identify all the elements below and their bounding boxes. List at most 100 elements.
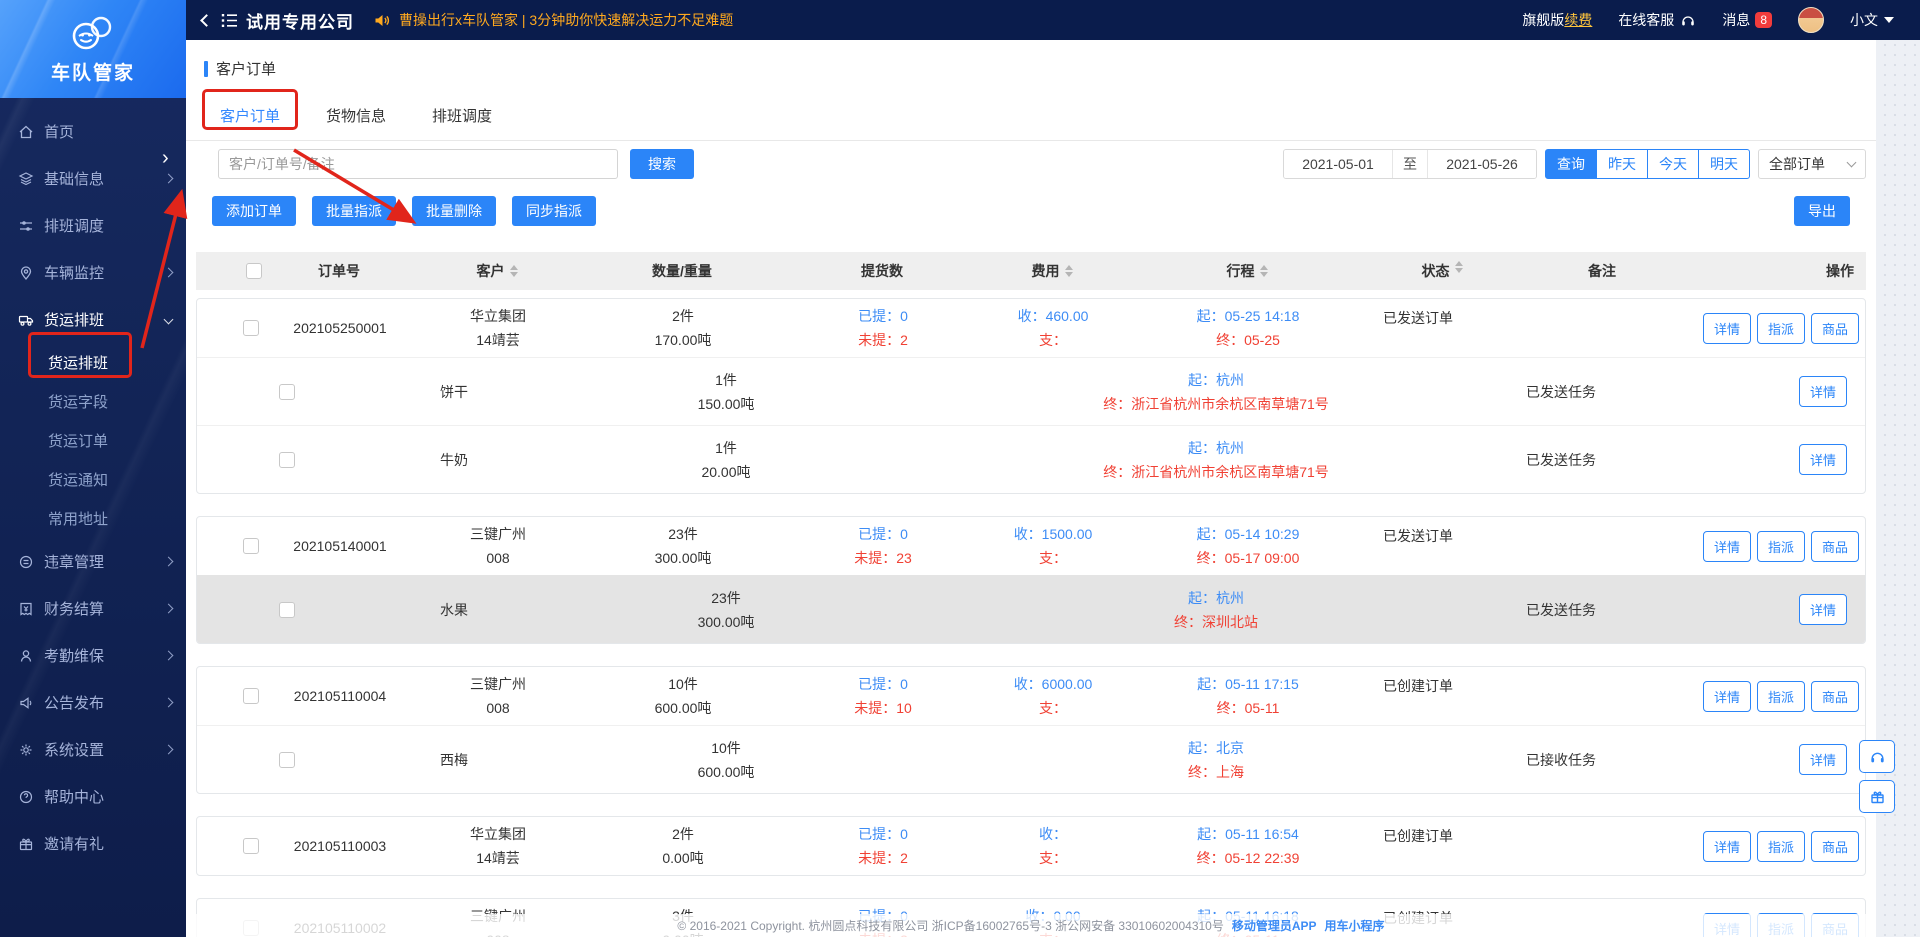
chevron-right-icon xyxy=(163,744,174,755)
assign-button[interactable]: 指派 xyxy=(1757,312,1806,344)
admin-app-link[interactable]: 移动管理员APP xyxy=(1232,917,1317,934)
sidebar-subitem-common-address[interactable]: 常用地址 xyxy=(0,499,186,538)
goods-checkbox[interactable] xyxy=(279,601,295,618)
col-qty-weight: 数量/重量 xyxy=(652,263,712,279)
chevron-right-icon xyxy=(163,603,174,614)
sort-icon[interactable] xyxy=(1454,261,1463,273)
sidebar-subitem-freight-scheduling[interactable]: 货运排班 xyxy=(0,343,186,382)
action-row: 添加订单 批量指派 批量删除 同步指派 导出 xyxy=(186,196,1876,226)
goods-button[interactable]: 商品 xyxy=(1811,530,1860,562)
assign-button[interactable]: 指派 xyxy=(1757,530,1806,562)
task-status: 已发送任务 xyxy=(1526,383,1596,400)
menu-list-icon[interactable] xyxy=(221,13,238,28)
detail-button[interactable]: 详情 xyxy=(1798,594,1847,625)
tab-shift-scheduling[interactable]: 排班调度 xyxy=(432,105,492,140)
renew-link[interactable]: 续费 xyxy=(1564,10,1592,30)
pickup-cell: 已提：0 未提：10 xyxy=(854,676,912,716)
detail-button[interactable]: 详情 xyxy=(1703,312,1752,344)
breadcrumb: 客户订单 xyxy=(186,40,1876,79)
customer-service-float-button[interactable] xyxy=(1859,740,1895,773)
sidebar-item-basic-info[interactable]: 基础信息 xyxy=(0,155,186,202)
sidebar-item-scheduling[interactable]: 排班调度 xyxy=(0,202,186,249)
gift-icon xyxy=(1870,791,1884,803)
tab-cargo-info[interactable]: 货物信息 xyxy=(326,105,386,140)
assign-button[interactable]: 指派 xyxy=(1757,680,1806,712)
sidebar-item-invite[interactable]: 邀请有礼 xyxy=(0,820,186,867)
sort-icon[interactable] xyxy=(509,265,518,277)
sidebar-subitem-freight-orders[interactable]: 货运订单 xyxy=(0,421,186,460)
add-order-button[interactable]: 添加订单 xyxy=(212,196,296,226)
sidebar-item-announcement[interactable]: 公告发布 xyxy=(0,679,186,726)
row-checkbox[interactable] xyxy=(243,538,259,554)
col-pickup-count: 提货数 xyxy=(861,263,903,279)
user-menu[interactable]: 小文 xyxy=(1850,10,1894,30)
username: 小文 xyxy=(1850,12,1878,28)
sidebar-item-freight-scheduling[interactable]: 货运排班 xyxy=(0,296,186,343)
sidebar-item-finance[interactable]: 财务结算 xyxy=(0,585,186,632)
goods-checkbox[interactable] xyxy=(279,751,295,768)
chevron-right-icon xyxy=(163,267,174,278)
tab-bar: 客户订单 货物信息 排班调度 xyxy=(186,105,1876,141)
assign-button[interactable]: 指派 xyxy=(1757,830,1806,862)
detail-button[interactable]: 详情 xyxy=(1798,744,1847,775)
sort-icon[interactable] xyxy=(1064,265,1073,277)
caret-down-icon xyxy=(1884,17,1894,23)
tab-customer-orders[interactable]: 客户订单 xyxy=(220,105,280,140)
messages[interactable]: 消息 8 xyxy=(1722,10,1772,30)
order-no: 202105110003 xyxy=(293,838,387,854)
sidebar-item-settings[interactable]: 系统设置 xyxy=(0,726,186,773)
home-icon xyxy=(19,125,33,138)
goods-button[interactable]: 商品 xyxy=(1811,680,1860,712)
batch-delete-button[interactable]: 批量删除 xyxy=(412,196,496,226)
detail-button[interactable]: 详情 xyxy=(1798,376,1847,407)
pickup-cell: 已提：0 未提：2 xyxy=(858,308,908,348)
fleet-logo-icon xyxy=(72,16,112,49)
sidebar-subitem-freight-fields[interactable]: 货运字段 xyxy=(0,382,186,421)
detail-button[interactable]: 详情 xyxy=(1703,530,1752,562)
avatar[interactable] xyxy=(1798,7,1824,33)
sidebar-item-vehicle-monitor[interactable]: 车辆监控 xyxy=(0,249,186,296)
detail-button[interactable]: 详情 xyxy=(1798,444,1847,475)
action-cell: 详情 指派 商品 xyxy=(1703,667,1865,725)
goods-name: 饼干 xyxy=(440,383,468,400)
task-status: 已发送任务 xyxy=(1526,601,1596,618)
row-checkbox[interactable] xyxy=(243,320,259,336)
sync-assign-button[interactable]: 同步指派 xyxy=(512,196,596,226)
detail-button[interactable]: 详情 xyxy=(1703,680,1752,712)
sidebar-item-attendance[interactable]: 考勤维保 xyxy=(0,632,186,679)
pickup-cell: 已提：0 未提：23 xyxy=(854,526,912,566)
col-customer: 客户 xyxy=(412,261,582,281)
customer-cell: 三键广州008 xyxy=(470,676,526,716)
goods-checkbox[interactable] xyxy=(279,451,295,468)
back-chevron-icon[interactable] xyxy=(200,13,213,27)
goods-button[interactable]: 商品 xyxy=(1811,830,1860,862)
question-circle-icon xyxy=(19,790,33,803)
company-name[interactable]: 试用专用公司 xyxy=(246,8,354,33)
qty-cell: 10件 600.00吨 xyxy=(654,676,712,716)
mini-program-link[interactable]: 用车小程序 xyxy=(1325,917,1385,934)
online-service[interactable]: 在线客服 xyxy=(1618,10,1696,30)
invite-gift-float-button[interactable] xyxy=(1859,780,1895,813)
export-button[interactable]: 导出 xyxy=(1794,196,1850,226)
select-all-checkbox[interactable] xyxy=(246,263,262,279)
speaker-icon xyxy=(375,14,390,26)
goods-name: 水果 xyxy=(440,601,468,618)
row-checkbox[interactable] xyxy=(243,688,259,704)
sort-icon[interactable] xyxy=(1259,265,1268,277)
sidebar-item-home[interactable]: 首页 xyxy=(0,108,186,155)
sidebar-subitem-freight-notice[interactable]: 货运通知 xyxy=(0,460,186,499)
sidebar-collapse-toggle[interactable]: › xyxy=(162,148,1918,168)
headset-icon xyxy=(1682,15,1695,25)
flagship-renew[interactable]: 旗舰版 续费 xyxy=(1522,10,1592,30)
batch-assign-button[interactable]: 批量指派 xyxy=(312,196,396,226)
goods-route: 起：杭州 终：浙江省杭州市余杭区南草塘71号 xyxy=(1103,371,1329,412)
chevron-right-icon xyxy=(163,650,174,661)
topbar-right: 旗舰版 续费 在线客服 消息 8 小文 xyxy=(1522,7,1894,33)
status-badge: 已创建订单 xyxy=(1383,828,1453,844)
row-checkbox[interactable] xyxy=(243,838,259,854)
sidebar-item-violation[interactable]: 违章管理 xyxy=(0,538,186,585)
detail-button[interactable]: 详情 xyxy=(1703,830,1752,862)
goods-button[interactable]: 商品 xyxy=(1811,312,1860,344)
goods-checkbox[interactable] xyxy=(279,383,295,400)
sidebar-item-help[interactable]: 帮助中心 xyxy=(0,773,186,820)
